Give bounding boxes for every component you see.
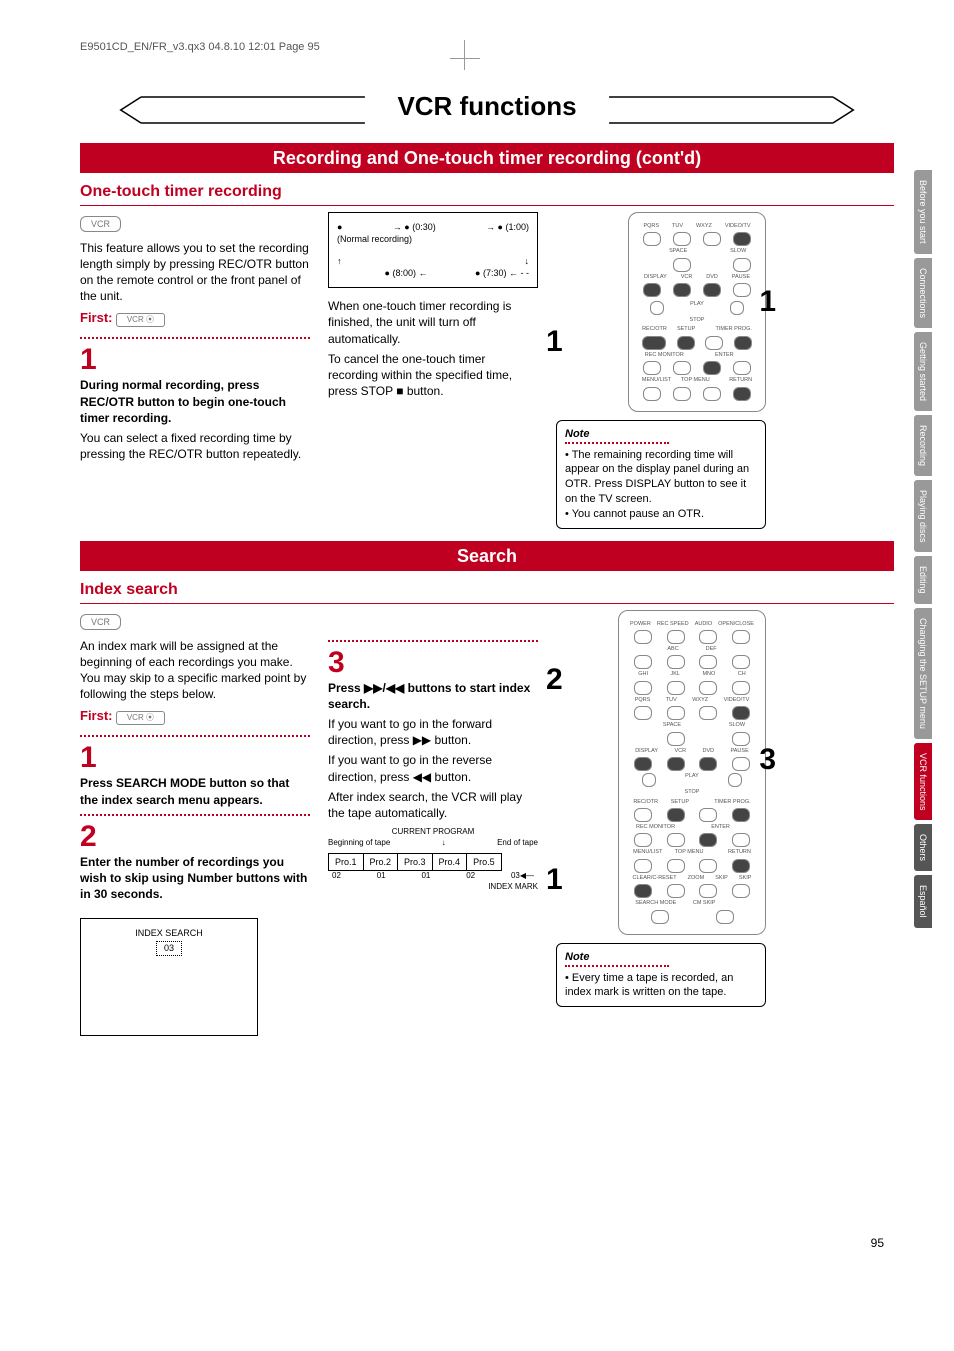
- tab-playing-discs: Playing discs: [914, 480, 932, 553]
- vcr-remote-icon: VCR ⦿: [116, 313, 165, 328]
- osd-index-search: INDEX SEARCH 03: [80, 918, 258, 1036]
- remote-diagram-search: POWERREC SPEEDAUDIOOPEN/CLOSE ABCDEF GHI…: [618, 610, 766, 935]
- note-title: Note: [565, 427, 669, 444]
- first-label-2: First:: [80, 708, 113, 723]
- search-step3-b1: If you want to go in the forward directi…: [328, 716, 538, 748]
- section-heading-otr: One-touch timer recording: [80, 181, 894, 206]
- print-header: E9501CD_EN/FR_v3.qx3 04.8.10 12:01 Page …: [80, 40, 894, 55]
- tape-begin: Beginning of tape: [328, 838, 390, 849]
- remote-diagram-otr: PQRSTUVWXYZVIDEO/TV SPACESLOW DISPLAYVCR…: [628, 212, 766, 412]
- search-step1-head: Press SEARCH MODE button so that the ind…: [80, 775, 310, 807]
- index-mark-label: INDEX MARK: [328, 882, 538, 893]
- search-note-1: • Every time a tape is recorded, an inde…: [565, 971, 757, 1001]
- vcr-badge-icon: VCR: [80, 216, 121, 232]
- search-step-3-num: 3: [328, 648, 538, 678]
- search-step-2-num: 2: [80, 822, 310, 852]
- page-title: VCR functions: [372, 89, 602, 124]
- callout-search-1: 1: [546, 860, 563, 901]
- tab-before-you-start: Before you start: [914, 170, 932, 254]
- tape-program-table: Pro.1 Pro.2 Pro.3 Pro.4 Pro.5: [328, 853, 502, 871]
- tab-vcr-functions: VCR functions: [914, 743, 932, 821]
- otr-step1-head: During normal recording, press REC/OTR b…: [80, 377, 310, 426]
- crop-mark-h: [450, 58, 480, 59]
- first-label: First:: [80, 310, 113, 325]
- dotted-rule: [328, 640, 538, 642]
- tab-setup-menu: Changing the SETUP menu: [914, 608, 932, 739]
- tape-end: End of tape: [497, 838, 538, 849]
- search-step-1-num: 1: [80, 743, 310, 773]
- search-intro: An index mark will be assigned at the be…: [80, 638, 310, 703]
- callout-search-2: 2: [546, 660, 563, 701]
- callout-search-3: 3: [759, 740, 776, 781]
- dotted-rule: [80, 735, 310, 737]
- subhead-search: Search: [80, 541, 894, 571]
- tab-recording: Recording: [914, 415, 932, 476]
- callout-1-right: 1: [759, 282, 776, 323]
- otr-note-2: • You cannot pause an OTR.: [565, 507, 757, 522]
- otr-auto-off: When one-touch timer recording is finish…: [328, 298, 538, 347]
- search-step3-b2: If you want to go in the reverse directi…: [328, 752, 538, 784]
- search-note-box: Note • Every time a tape is recorded, an…: [556, 943, 766, 1008]
- callout-1-left: 1: [546, 322, 563, 363]
- section-heading-search: Index search: [80, 579, 894, 604]
- otr-time-diagram: ●→ ● (0:30)→ ● (1:00) (Normal recording)…: [328, 212, 538, 289]
- search-step3-head: Press ▶▶/◀◀ buttons to start index searc…: [328, 680, 538, 712]
- tab-connections: Connections: [914, 258, 932, 328]
- otr-step1-body: You can select a fixed recording time by…: [80, 430, 310, 462]
- otr-cancel: To cancel the one-touch timer recording …: [328, 351, 538, 400]
- tab-espanol: Español: [914, 875, 932, 928]
- tab-getting-started: Getting started: [914, 332, 932, 411]
- note-title-2: Note: [565, 950, 669, 967]
- tape-caption: CURRENT PROGRAM: [328, 827, 538, 838]
- search-step3-b3: After index search, the VCR will play th…: [328, 789, 538, 821]
- page-number: 95: [871, 1235, 884, 1251]
- vcr-remote-icon-2: VCR ⦿: [116, 711, 165, 726]
- vcr-badge-icon-2: VCR: [80, 614, 121, 630]
- tab-editing: Editing: [914, 556, 932, 604]
- otr-note-1: • The remaining recording time will appe…: [565, 448, 757, 507]
- search-step2-head: Enter the number of recordings you wish …: [80, 854, 310, 903]
- dotted-rule: [80, 814, 310, 816]
- page-title-band: VCR functions: [80, 95, 894, 135]
- step-number-1: 1: [80, 345, 310, 375]
- otr-note-box: Note • The remaining recording time will…: [556, 420, 766, 529]
- side-tabs: Before you start Connections Getting sta…: [914, 170, 932, 928]
- tab-others: Others: [914, 824, 932, 871]
- subhead-recording: Recording and One-touch timer recording …: [80, 143, 894, 173]
- crop-mark-v: [464, 40, 465, 70]
- dotted-rule: [80, 337, 310, 339]
- otr-intro: This feature allows you to set the recor…: [80, 240, 310, 305]
